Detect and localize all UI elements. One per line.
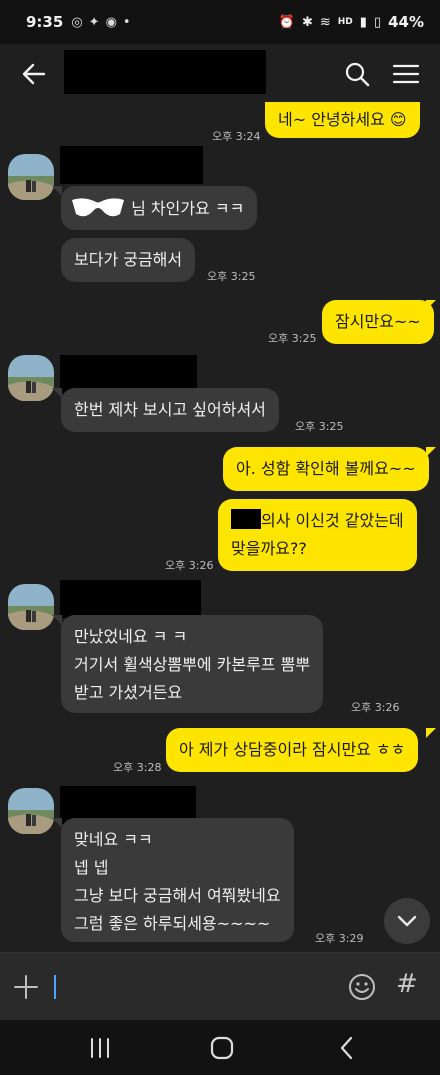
- message-time: 오후 3:25: [268, 332, 317, 345]
- hamburger-menu-icon[interactable]: [392, 60, 420, 88]
- message-time: 오후 3:26: [165, 559, 214, 572]
- bubble-tail: [426, 447, 436, 457]
- signal-icon: ▮: [359, 14, 367, 30]
- message-time: 오후 3:29: [315, 932, 364, 945]
- back-nav-icon[interactable]: [334, 1035, 360, 1061]
- chevron-down-icon: [397, 915, 417, 927]
- profile-photo-icon: [8, 788, 54, 834]
- bluetooth-icon: ✱: [301, 14, 313, 30]
- plus-icon[interactable]: [12, 973, 40, 1001]
- avatar[interactable]: [8, 788, 54, 834]
- message-text: 네~ 안녕하세요 😊: [278, 110, 407, 129]
- message-bubble-incoming[interactable]: 만났었네요 ㅋ ㅋ 거기서 휠색상뽐뿌에 카본루프 뽐뿌 받고 가셨거든요: [61, 615, 324, 713]
- message-line: 맞을까요??: [231, 539, 307, 558]
- message-line: 받고 가셨거든요: [74, 683, 183, 702]
- message-list[interactable]: 네~ 안녕하세요 😊 오후 3:24 님 차인가요 ㅋㅋ 보다가 궁금해서 오후…: [0, 102, 440, 952]
- chat-header: [0, 44, 440, 102]
- battery-level: 44%: [388, 13, 424, 31]
- message-line: 만났었네요 ㅋ ㅋ: [74, 627, 188, 646]
- message-bubble-outgoing[interactable]: 잠시만요~~: [322, 300, 434, 344]
- message-time: 오후 3:25: [207, 270, 256, 283]
- app-icon: ✦: [88, 14, 100, 30]
- message-time: 오후 3:28: [113, 761, 162, 774]
- message-line: 그럼 좋은 하루되세용~~~~: [74, 914, 271, 933]
- message-bubble-incoming[interactable]: 보다가 궁금해서: [61, 238, 196, 282]
- sender-name-redacted: [60, 146, 203, 184]
- status-time: 9:35: [26, 13, 64, 31]
- avatar[interactable]: [8, 584, 54, 630]
- bubble-tail: [52, 615, 62, 625]
- search-icon[interactable]: [343, 60, 371, 88]
- chrome-icon: ◉: [105, 14, 117, 30]
- text-caret: [54, 975, 56, 999]
- message-text: 아 제가 상담중이라 잠시만요 ㅎㅎ: [179, 740, 406, 759]
- message-time-value: 3:25: [318, 420, 344, 433]
- message-input-bar: #: [0, 952, 440, 1020]
- message-time: 오후 3:25: [295, 420, 344, 433]
- message-time: 오후 3:24: [212, 130, 261, 143]
- message-text: 한번 제차 보시고 싶어하셔서: [74, 400, 266, 419]
- message-bubble-incoming[interactable]: 님 차인가요 ㅋㅋ: [61, 186, 258, 230]
- profile-photo-icon: [8, 584, 54, 630]
- status-bar: 9:35 ◎ ✦ ◉ • ⏰ ✱ ≋ HD ▮ ▯ 44%: [0, 0, 440, 44]
- hashtag-button[interactable]: #: [396, 969, 418, 999]
- network-label: HD: [337, 17, 353, 27]
- scroll-to-bottom-button[interactable]: [384, 898, 430, 944]
- dot-icon: •: [122, 14, 131, 30]
- avatar[interactable]: [8, 154, 54, 200]
- arrow-left-icon[interactable]: [20, 60, 48, 88]
- bubble-tail: [52, 388, 62, 398]
- system-nav-bar: [0, 1020, 440, 1075]
- message-bubble-outgoing[interactable]: 의사 이신것 같았는데 맞을까요??: [218, 499, 417, 571]
- recent-apps-icon[interactable]: [87, 1035, 113, 1061]
- battery-icon: ▯: [373, 14, 382, 30]
- message-line: 넵 넵: [74, 858, 109, 877]
- home-icon[interactable]: [209, 1035, 235, 1061]
- profile-photo-icon: [8, 355, 54, 401]
- bubble-tail: [426, 300, 436, 310]
- message-bubble-incoming[interactable]: 한번 제차 보시고 싶어하셔서: [61, 388, 279, 432]
- message-text: 잠시만요~~: [335, 312, 421, 331]
- notification-icons: ◎ ✦ ◉ •: [71, 15, 130, 30]
- message-text: 보다가 궁금해서: [74, 250, 183, 269]
- bubble-tail: [52, 818, 62, 828]
- message-line: 거기서 휠색상뽐뿌에 카본루프 뽐뿌: [74, 655, 311, 674]
- message-text: 님 차인가요 ㅋㅋ: [131, 199, 245, 218]
- wifi-icon: ≋: [319, 14, 331, 30]
- message-bubble-incoming[interactable]: 맞네요 ㅋㅋ 넵 넵 그냥 보다 궁금해서 여쭤봤네요 그럼 좋은 하루되세용~…: [61, 818, 294, 942]
- message-bubble-outgoing[interactable]: 아. 성함 확인해 볼께요~~: [223, 447, 429, 491]
- message-line: 의사 이신것 같았는데: [231, 507, 404, 535]
- message-bubble-outgoing[interactable]: 네~ 안녕하세요 😊: [265, 102, 420, 138]
- sender-name-redacted: [60, 580, 201, 618]
- instagram-icon: ◎: [71, 14, 83, 30]
- bubble-tail: [52, 186, 62, 196]
- alarm-icon: ⏰: [278, 14, 295, 30]
- message-input[interactable]: [52, 969, 332, 1005]
- sunglasses-sticker-icon: [72, 198, 124, 217]
- message-line: 맞네요 ㅋㅋ: [74, 830, 153, 849]
- message-time: 오후 3:26: [351, 701, 400, 714]
- avatar[interactable]: [8, 355, 54, 401]
- redacted-name: [231, 509, 261, 529]
- message-text: 아. 성함 확인해 볼께요~~: [236, 459, 416, 478]
- message-text: 의사 이신것 같았는데: [261, 511, 404, 530]
- message-bubble-outgoing[interactable]: 아 제가 상담중이라 잠시만요 ㅎㅎ: [166, 728, 419, 772]
- chat-title-redacted: [64, 50, 266, 94]
- message-line: 그냥 보다 궁금해서 여쭤봤네요: [74, 886, 281, 905]
- bubble-tail: [426, 728, 436, 738]
- profile-photo-icon: [8, 154, 54, 200]
- emoji-icon[interactable]: [348, 973, 376, 1001]
